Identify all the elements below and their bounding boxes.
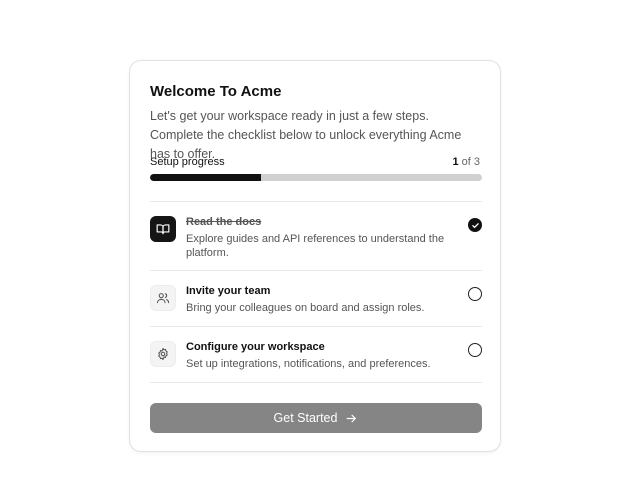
users-icon xyxy=(150,285,176,311)
get-started-button[interactable]: Get Started xyxy=(150,403,482,433)
task-description: Explore guides and API references to und… xyxy=(186,233,445,259)
gear-icon xyxy=(150,341,176,367)
task-title: Invite your team xyxy=(186,285,271,297)
task-title: Configure your workspace xyxy=(186,341,325,353)
onboarding-card: Welcome To Acme Let's get your workspace… xyxy=(129,60,501,452)
progress-count: 1 of 3 xyxy=(452,156,480,168)
task-checkbox[interactable] xyxy=(468,287,482,301)
progress-bar xyxy=(150,174,482,181)
task-checkbox[interactable] xyxy=(468,343,482,357)
arrow-right-icon xyxy=(347,414,357,422)
task-description: Bring your colleagues on board and assig… xyxy=(186,302,425,314)
card-title: Welcome To Acme xyxy=(150,83,282,100)
divider xyxy=(150,270,482,271)
divider xyxy=(150,326,482,327)
task-title: Read the docs xyxy=(186,216,262,228)
divider xyxy=(150,382,482,383)
progress-bar-fill xyxy=(150,174,261,181)
task-description: Set up integrations, notifications, and … xyxy=(186,358,431,370)
divider xyxy=(150,201,482,202)
checkmark-icon xyxy=(471,222,479,228)
progress-total: of 3 xyxy=(461,156,480,168)
book-icon xyxy=(150,216,176,242)
task-checkbox-checked[interactable] xyxy=(468,218,482,232)
progress-completed: 1 xyxy=(452,156,459,168)
get-started-label: Get Started xyxy=(273,411,338,425)
progress-label: Setup progress xyxy=(150,156,225,168)
